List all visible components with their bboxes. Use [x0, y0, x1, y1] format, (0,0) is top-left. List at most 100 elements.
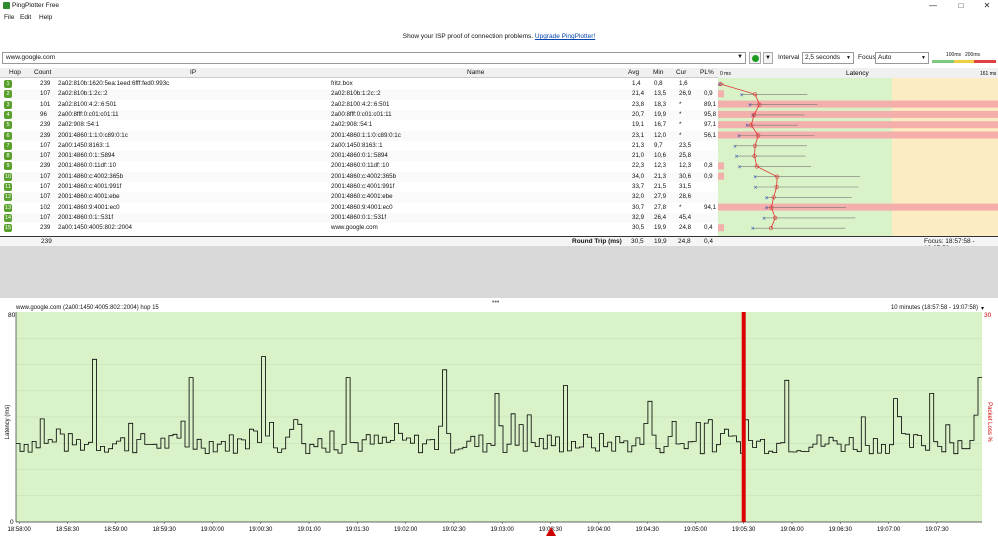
- x-tick-label: 19:05:30: [732, 527, 756, 533]
- min-marker: ×: [739, 92, 743, 98]
- hop-cur: *: [679, 203, 682, 211]
- hop-ip: 2001:4860:c:4001:ebe: [58, 193, 120, 201]
- hop-avg: 34,0: [632, 172, 645, 180]
- hop-row[interactable]: 12 107 2001:4860:c:4001:ebe 2001:4860:c:400…: [0, 192, 718, 203]
- minimize-button[interactable]: —: [922, 0, 944, 11]
- menu-file[interactable]: File: [4, 14, 14, 21]
- hop-ip: 2a00:1450:4005:802::2004: [58, 224, 132, 232]
- col-cur[interactable]: Cur: [676, 69, 686, 76]
- hop-name: 2001:4860:0:1::5894: [331, 152, 388, 160]
- hop-row[interactable]: 14 107 2001:4860:0:1::531f 2001:4860:0:1::5…: [0, 212, 718, 224]
- hop-avg: 23,8: [632, 100, 645, 108]
- hop-count: 101: [40, 100, 51, 108]
- timeline-graph: 80 0 30 Latency (ms) Packet Loss % 18:58:00 18…: [5, 312, 992, 536]
- summary-empty-area: [0, 246, 998, 298]
- totals-row: 239 Round Trip (ms) 30,5 19,9 24,8 0,4 F…: [0, 236, 998, 252]
- hop-min: 19,9: [654, 110, 667, 118]
- hop-count: 107: [40, 183, 51, 190]
- total-min: 19,9: [654, 238, 667, 245]
- timeline-close-icon[interactable]: ▾: [981, 305, 984, 312]
- play-icon: [752, 55, 759, 62]
- hop-row[interactable]: 8 107 2001:4860:0:1::5894 2001:4860:0:1::58…: [0, 151, 718, 162]
- round-trip-label: Round Trip (ms): [572, 238, 622, 245]
- legend-200ms: 200ms: [965, 52, 981, 58]
- menu-edit[interactable]: Edit: [20, 14, 31, 21]
- chevron-down-icon[interactable]: ▼: [763, 52, 773, 64]
- hop-number: 10: [4, 172, 12, 181]
- hop-min: 13,5: [654, 90, 667, 98]
- target-input[interactable]: www.google.com: [2, 52, 746, 64]
- close-button[interactable]: ✕: [976, 0, 998, 11]
- total-pl: 0,4: [704, 238, 714, 245]
- hop-number: 9: [4, 162, 12, 171]
- hop-avg: 30,5: [632, 224, 645, 232]
- hop-row[interactable]: 2 107 2a02:810b:1:2c::2 2a02:810b:1:2c::2 21…: [0, 89, 718, 100]
- hop-ip: 2a00:1450:8163::1: [58, 141, 110, 149]
- hop-row[interactable]: 1 239 2a02:810b:1620:5ea:1eed:6fff:fed0:99…: [0, 79, 718, 89]
- hop-ip: 2a02:810b:1620:5ea:1eed:6fff:fed0:993c: [58, 80, 170, 87]
- min-marker: ×: [765, 195, 769, 201]
- col-hop[interactable]: Hop: [9, 69, 21, 76]
- hop-min: 9,7: [654, 141, 663, 149]
- col-count[interactable]: Count: [34, 69, 51, 76]
- hop-number: 2: [4, 90, 12, 99]
- y-axis-right-label: Packet Loss %: [986, 402, 992, 442]
- hop-row[interactable]: 5 239 2a02:908::54:1 2a02:908::54:1 19,1 16,7…: [0, 120, 718, 130]
- x-tick-label: 19:03:00: [491, 527, 515, 533]
- timeline-title: www.google.com (2a00:1450:4005:802::2004…: [16, 305, 159, 311]
- app-icon: [3, 2, 10, 9]
- col-name[interactable]: Name: [467, 69, 484, 76]
- hop-row[interactable]: 15 239 2a00:1450:4005:802::2004 www.google.…: [0, 223, 718, 233]
- hop-cur: 28,6: [679, 193, 692, 201]
- hop-number: 13: [4, 203, 12, 212]
- upgrade-link[interactable]: Upgrade PingPlotter!: [535, 33, 595, 40]
- timeline-range[interactable]: 10 minutes (18:57:58 - 19:07:58): [891, 305, 978, 311]
- hop-row[interactable]: 7 107 2a00:1450:8163::1 2a00:1450:8163::1 21…: [0, 141, 718, 151]
- maximize-button[interactable]: □: [950, 0, 972, 11]
- hop-name: fritz.box: [331, 80, 353, 87]
- x-tick-label: 18:59:30: [152, 527, 176, 533]
- hop-ip: 2001:4860:1:1:0:c89:0:1c: [58, 131, 128, 139]
- col-ip[interactable]: IP: [190, 69, 196, 76]
- hop-pl: 0,4: [704, 224, 713, 232]
- col-pl[interactable]: PL%: [700, 69, 714, 76]
- hop-count: 239: [40, 131, 51, 139]
- interval-select[interactable]: 2,5 seconds ▼: [802, 52, 854, 64]
- hop-min: 16,7: [654, 121, 667, 129]
- title-bar: PingPlotter Free — □ ✕: [0, 0, 998, 11]
- hop-min: 21,5: [654, 183, 667, 190]
- col-min[interactable]: Min: [653, 69, 663, 76]
- hop-ip: 2001:4860:0:1::5894: [58, 152, 115, 160]
- menu-help[interactable]: Help: [39, 14, 52, 21]
- hop-number: 4: [4, 110, 12, 119]
- y-max-label: 80: [8, 312, 16, 319]
- focus-select[interactable]: Auto ▼: [875, 52, 929, 64]
- hop-row[interactable]: 9 239 2001:4860:0:11df::10 2001:4860:0:11df…: [0, 161, 718, 171]
- min-marker: ×: [762, 216, 766, 222]
- hop-row[interactable]: 10 107 2001:4860:c:4002:365b 2001:4860:c:40…: [0, 171, 718, 182]
- hop-row[interactable]: 13 102 2001:4860:9:4001:ec0 2001:4860:9:400…: [0, 203, 718, 213]
- min-marker: ×: [718, 82, 722, 88]
- chevron-down-icon[interactable]: ▼: [737, 54, 743, 60]
- x-tick-label: 19:01:30: [346, 527, 370, 533]
- focus-value: Auto: [878, 54, 892, 61]
- hop-name: 2001:4860:1:1:0:c89:0:1c: [331, 131, 401, 139]
- hop-pl: 0,9: [704, 172, 713, 180]
- legend-bar-good: [932, 60, 954, 63]
- focus-label: Focus: [858, 54, 876, 61]
- start-trace-button[interactable]: [749, 52, 761, 64]
- hop-row[interactable]: 11 107 2001:4860:c:4001:991f 2001:4860:c:40…: [0, 182, 718, 192]
- hop-min: 12,0: [654, 131, 667, 139]
- hop-row[interactable]: 4 96 2a00:8fff:0:c01:c01:11 2a00:8fff:0:c01…: [0, 109, 718, 121]
- col-avg[interactable]: Avg: [628, 69, 639, 76]
- hop-name: 2a02:8100:4:2::6:501: [331, 100, 390, 108]
- hop-row[interactable]: 6 239 2001:4860:1:1:0:c89:0:1c 2001:4860:1:…: [0, 130, 718, 141]
- total-count: 239: [41, 238, 52, 245]
- hop-number: 11: [4, 183, 12, 191]
- hop-min: 21,3: [654, 172, 667, 180]
- hop-number: 5: [4, 121, 12, 130]
- packet-loss-bar: [718, 110, 998, 118]
- hop-row[interactable]: 3 101 2a02:8100:4:2::6:501 2a02:8100:4:2::6…: [0, 100, 718, 110]
- hop-count: 107: [40, 152, 51, 160]
- packet-loss-bar: [718, 224, 724, 232]
